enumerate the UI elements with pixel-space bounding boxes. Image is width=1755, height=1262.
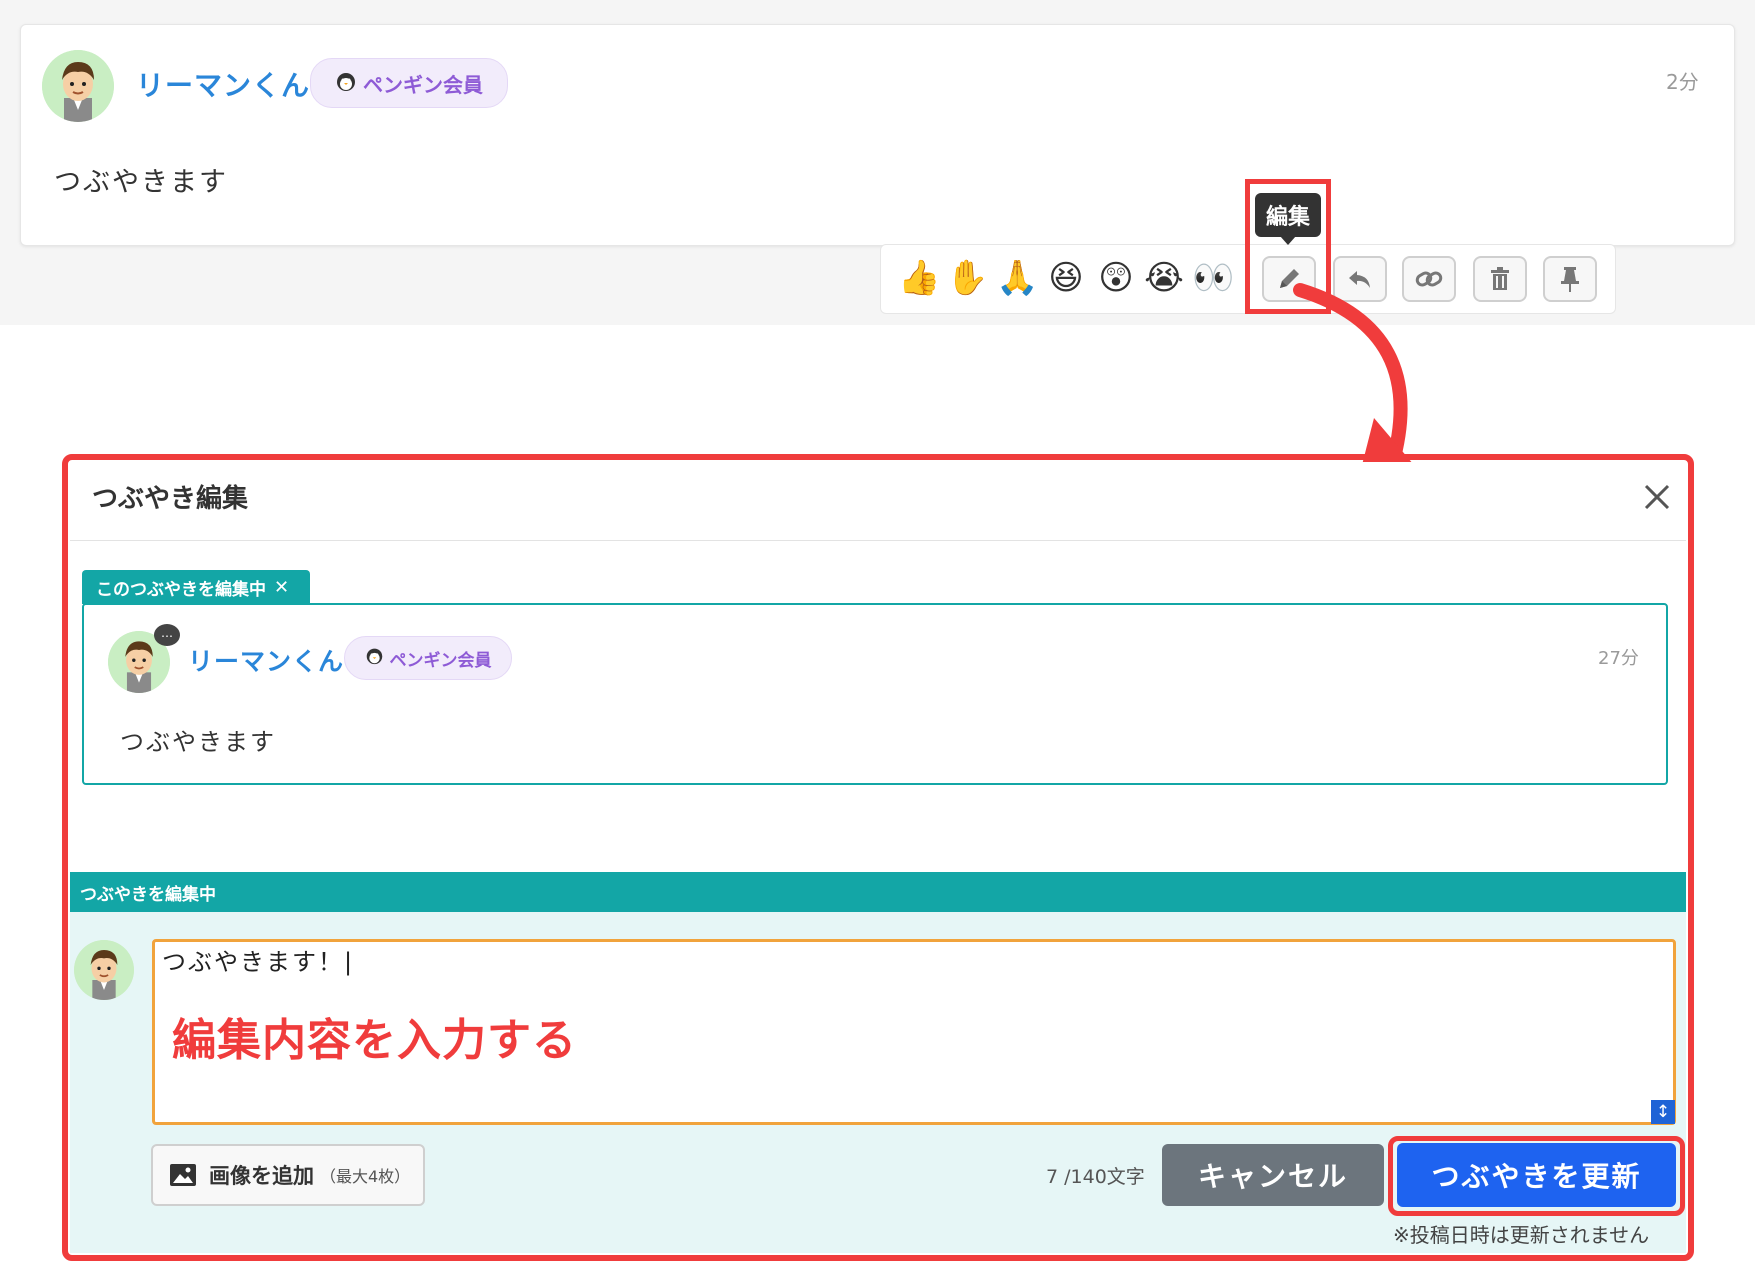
editing-tag-label: このつぶやきを編集中 xyxy=(96,579,266,600)
add-image-note: （最大4枚） xyxy=(320,1167,411,1186)
modal-divider xyxy=(70,540,1686,541)
composer-avatar xyxy=(74,940,134,1000)
post-time: 2分 xyxy=(1666,70,1699,94)
astonished-reaction[interactable]: 😲 xyxy=(1096,258,1136,298)
char-count: 7 /140文字 xyxy=(1046,1166,1145,1188)
quoted-text: つぶやきます xyxy=(120,728,276,756)
image-icon xyxy=(170,1164,196,1186)
user-avatar[interactable] xyxy=(42,50,114,122)
laughing-reaction[interactable]: 😆 xyxy=(1046,258,1086,298)
crying-reaction[interactable]: 😭 xyxy=(1144,258,1184,298)
composer-header: つぶやきを編集中 xyxy=(70,872,1686,912)
quoted-post xyxy=(82,603,1668,785)
badge-label: ペンギン会員 xyxy=(363,72,483,97)
quoted-user-name[interactable]: リーマンくん xyxy=(188,642,344,678)
delete-button[interactable] xyxy=(1473,256,1527,302)
resize-handle-icon[interactable]: ↕ xyxy=(1651,1100,1675,1124)
pin-button[interactable] xyxy=(1543,256,1597,302)
thumbs-up-reaction[interactable]: 👍 xyxy=(898,258,940,298)
penguin-icon xyxy=(365,646,384,670)
textarea-value[interactable]: つぶやきます！| xyxy=(162,942,354,977)
close-icon[interactable] xyxy=(1640,480,1674,514)
add-image-label: 画像を追加 xyxy=(209,1164,314,1188)
composer-label: つぶやきを編集中 xyxy=(80,884,216,905)
update-button-highlight xyxy=(1388,1136,1685,1216)
modal-title: つぶやき編集 xyxy=(92,484,249,514)
eyes-reaction[interactable]: 👀 xyxy=(1192,258,1234,298)
quoted-badge-label: ペンギン会員 xyxy=(389,650,492,671)
raised-hand-reaction[interactable]: ✋ xyxy=(946,258,988,298)
annotation-label: 編集内容を入力する xyxy=(172,1015,577,1066)
membership-badge: ペンギン会員 xyxy=(310,58,508,108)
trash-icon xyxy=(1491,267,1509,290)
add-image-button[interactable]: 画像を追加 （最大4枚） xyxy=(151,1144,425,1206)
post-card xyxy=(20,24,1735,246)
editing-tag: このつぶやきを編集中 ✕ xyxy=(82,570,310,604)
close-tag-icon[interactable]: ✕ xyxy=(274,577,289,598)
quoted-time: 27分 xyxy=(1598,648,1639,669)
quoted-membership-badge: ペンギン会員 xyxy=(344,636,512,680)
post-text: つぶやきます xyxy=(54,167,228,198)
update-note: ※投稿日時は更新されません xyxy=(1393,1223,1650,1247)
typing-bubble-icon: … xyxy=(154,624,180,646)
pin-icon xyxy=(1561,267,1579,292)
cancel-button[interactable]: キャンセル xyxy=(1162,1144,1384,1206)
penguin-icon xyxy=(335,70,357,97)
folded-hands-reaction[interactable]: 🙏 xyxy=(996,258,1038,298)
post-user-name[interactable]: リーマンくん xyxy=(136,64,310,104)
